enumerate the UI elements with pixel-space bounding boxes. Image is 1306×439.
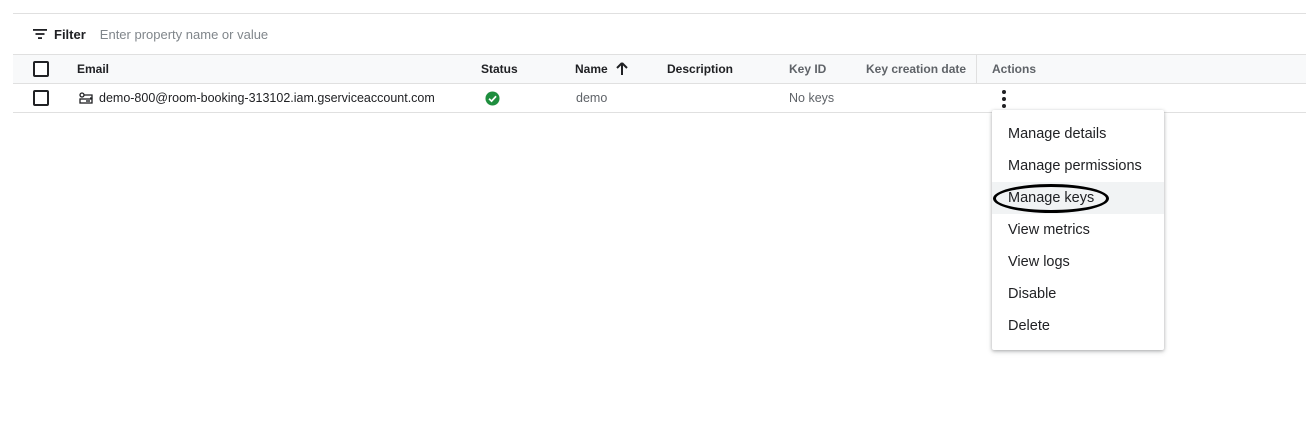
select-all-checkbox[interactable] [33, 61, 49, 77]
filter-input[interactable] [99, 26, 400, 42]
menu-item-manage-keys-label: Manage keys [1008, 190, 1095, 206]
menu-item-disable[interactable]: Disable [992, 278, 1164, 310]
row-select-cell [33, 84, 49, 112]
header-description[interactable]: Description [667, 55, 733, 83]
menu-item-view-logs[interactable]: View logs [992, 246, 1164, 278]
select-all-cell [33, 55, 49, 83]
filter-label[interactable]: Filter [54, 27, 86, 42]
check-circle-icon [485, 90, 500, 106]
menu-item-manage-details[interactable]: Manage details [992, 118, 1164, 150]
header-actions: Actions [992, 62, 1037, 76]
row-checkbox[interactable] [33, 90, 49, 106]
menu-item-manage-keys[interactable]: Manage keys [992, 182, 1164, 214]
key-id-cell: No keys [789, 91, 835, 105]
filter-icon[interactable] [33, 28, 47, 40]
header-key-id: Key ID [789, 62, 827, 76]
menu-item-view-metrics[interactable]: View metrics [992, 214, 1164, 246]
email-text[interactable]: demo-800@room-booking-313102.iam.gservic… [99, 91, 435, 105]
header-email[interactable]: Email [77, 55, 109, 83]
top-divider [13, 13, 1306, 14]
more-actions-icon[interactable] [998, 90, 1010, 108]
menu-item-manage-permissions[interactable]: Manage permissions [992, 150, 1164, 182]
header-name[interactable]: Name [575, 55, 628, 83]
header-key-creation-date: Key creation date [866, 62, 967, 76]
table-row[interactable]: demo-800@room-booking-313102.iam.gservic… [13, 84, 1306, 113]
service-account-icon [79, 92, 93, 104]
menu-item-delete[interactable]: Delete [992, 310, 1164, 342]
arrow-up-icon[interactable] [615, 62, 628, 76]
header-name-label: Name [575, 62, 608, 76]
filter-bar: Filter [33, 23, 400, 45]
service-accounts-table: Email Status Name Description Key ID Key… [13, 54, 1306, 113]
status-cell [485, 84, 500, 112]
header-status[interactable]: Status [481, 55, 518, 83]
name-cell: demo [576, 91, 608, 105]
column-separator [976, 55, 977, 83]
table-header-row: Email Status Name Description Key ID Key… [13, 54, 1306, 84]
actions-menu: Manage details Manage permissions Manage… [992, 110, 1164, 350]
email-cell: demo-800@room-booking-313102.iam.gservic… [79, 84, 435, 112]
